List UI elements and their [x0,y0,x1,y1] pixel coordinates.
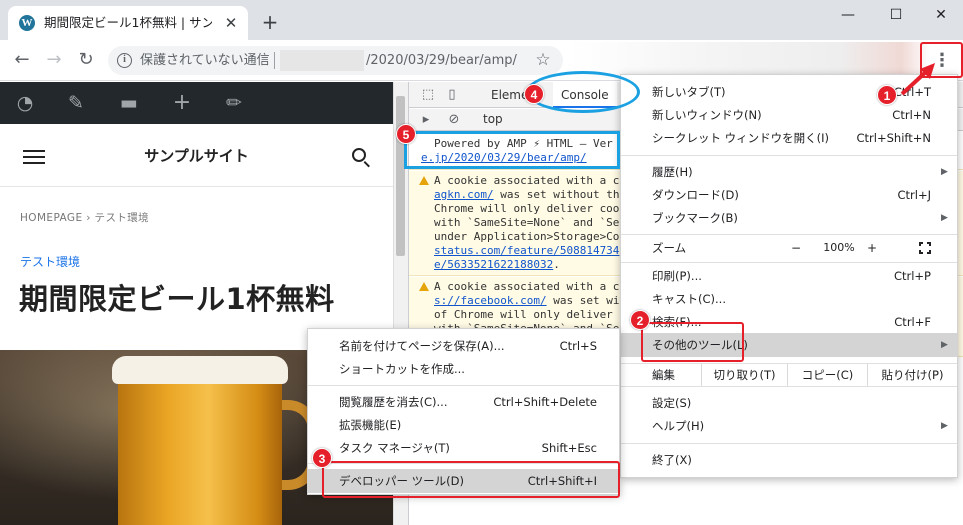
menu-separator [621,262,957,263]
submenu-item-save-page[interactable]: 名前を付けてページを保存(A)... Ctrl+S [308,335,619,358]
chromestatus-link-cont[interactable]: e/5633521622188032 [434,258,553,271]
menu-separator [621,386,957,387]
url-separator [274,52,275,69]
submenu-arrow-icon: ▶ [941,167,948,177]
highlight-developer-tools [322,461,620,498]
submenu-arrow-icon: ▶ [941,340,948,350]
menu-item-cast[interactable]: キャスト(C)... [621,288,957,311]
step-badge-2: 2 [630,310,650,330]
menu-separator [621,443,957,444]
security-status: 保護されていない通信 [140,53,270,68]
edit-pencil-icon[interactable]: ✏ [222,92,246,114]
close-window-icon[interactable]: ✕ [921,4,961,26]
new-plus-icon[interactable]: + [170,92,194,114]
tab-elements[interactable]: Eleme [491,82,528,108]
menu-item-new-window[interactable]: 新しいウィンドウ(N) Ctrl+N [621,104,957,127]
menu-item-print[interactable]: 印刷(P)... Ctrl+P [621,265,957,288]
clear-console-icon[interactable]: ⊘ [445,111,463,129]
redacted-domain [280,50,364,71]
submenu-item-create-shortcut[interactable]: ショートカットを作成... [308,358,619,381]
menu-item-downloads[interactable]: ダウンロード(D) Ctrl+J [621,184,957,207]
post-category-link[interactable]: テスト環境 [20,253,80,270]
page-scrollbar[interactable] [396,96,405,256]
step-badge-1: 1 [877,85,897,105]
menu-item-bookmarks[interactable]: ブックマーク(B) ▶ [621,207,957,230]
menu-item-settings[interactable]: 設定(S) [621,392,957,415]
device-toolbar-icon[interactable]: ▯ [443,86,461,104]
edit-cut-button[interactable]: 切り取り(T) [701,364,787,386]
post-title: 期間限定ビール1杯無料 [19,282,335,316]
step-badge-3: 3 [312,448,332,468]
menu-item-incognito[interactable]: シークレット ウィンドウを開く(I) Ctrl+Shift+N [621,127,957,150]
submenu-arrow-icon: ▶ [941,421,948,431]
zoom-in-button[interactable]: + [860,240,884,256]
menu-item-history[interactable]: 履歴(H) ▶ [621,161,957,184]
menu-item-zoom: ズーム − 100% + [621,237,957,260]
minimize-icon[interactable]: — [828,4,868,26]
beer-foam [112,356,288,384]
warning-icon [419,282,429,291]
address-bar[interactable]: i 保護されていない通信 /2020/03/29/bear/amp/ ☆ [108,46,563,75]
step-badge-5: 5 [396,124,416,144]
wordpress-logo-icon: W [19,15,35,31]
menu-separator [621,155,957,156]
submenu-item-clear-data[interactable]: 閲覧履歴を消去(C)... Ctrl+Shift+Delete [308,391,619,414]
warning-domain-link[interactable]: agkn.com/ [434,188,494,201]
wp-admin-bar: ◔ ✎ ▬ + ✏ [0,82,393,124]
fullscreen-icon[interactable] [919,242,931,254]
close-tab-icon[interactable]: ✕ [222,14,240,32]
step-badge-4: 4 [524,84,544,104]
facebook-domain-link[interactable]: s://facebook.com/ [434,294,547,307]
forward-arrow-icon[interactable]: → [42,48,66,72]
show-sidebar-icon[interactable]: ▸ [417,111,435,129]
url-path: /2020/03/29/bear/amp/ [366,53,517,68]
menu-row-edit: 編集 切り取り(T) コピー(C) 貼り付け(P) [621,364,957,386]
highlight-more-tools [641,322,744,362]
menu-item-help[interactable]: ヘルプ(H) ▶ [621,415,957,438]
info-icon[interactable]: i [117,53,132,68]
context-select[interactable]: top [483,112,503,126]
tab-strip: W 期間限定ビール1杯無料 | サンプルサ ✕ + — ☐ ✕ [0,0,963,40]
inspect-element-icon[interactable]: ⬚ [419,86,437,104]
site-name[interactable]: サンプルサイト [0,146,393,166]
pointer-arrow-icon [900,63,935,96]
browser-tab[interactable]: W 期間限定ビール1杯無料 | サンプルサ ✕ [8,6,248,40]
comments-icon[interactable]: ▬ [117,92,141,114]
dashboard-icon[interactable]: ◔ [13,92,37,114]
beer-glass [118,372,282,525]
menu-separator [621,234,957,235]
back-arrow-icon[interactable]: ← [10,48,34,72]
chromestatus-link[interactable]: status.com/feature/508814734 [434,244,619,258]
search-icon[interactable] [352,148,366,162]
submenu-arrow-icon: ▶ [941,213,948,223]
edit-copy-button[interactable]: コピー(C) [787,364,867,386]
zoom-out-button[interactable]: − [784,240,808,256]
menu-item-exit[interactable]: 終了(X) [621,449,957,472]
chrome-main-menu: 新しいタブ(T) Ctrl+T 新しいウィンドウ(N) Ctrl+N シークレッ… [620,74,958,478]
submenu-item-task-manager[interactable]: タスク マネージャ(T) Shift+Esc [308,437,619,460]
site-header: サンプルサイト [0,124,393,187]
breadcrumb[interactable]: HOMEPAGE › テスト環境 [20,210,149,225]
warning-icon [419,176,429,185]
reload-icon[interactable]: ↻ [74,48,98,72]
customize-brush-icon[interactable]: ✎ [64,92,88,114]
bookmark-star-icon[interactable]: ☆ [533,50,553,70]
extensions-area [570,42,930,78]
tab-title: 期間限定ビール1杯無料 | サンプルサ [44,15,212,30]
maximize-icon[interactable]: ☐ [876,4,916,26]
zoom-level: 100% [823,241,855,254]
edit-paste-button[interactable]: 貼り付け(P) [867,364,957,386]
new-tab-plus-icon[interactable]: + [259,12,281,34]
highlight-amp-log [404,131,620,169]
submenu-item-extensions[interactable]: 拡張機能(E) [308,414,619,437]
menu-separator [308,385,619,386]
